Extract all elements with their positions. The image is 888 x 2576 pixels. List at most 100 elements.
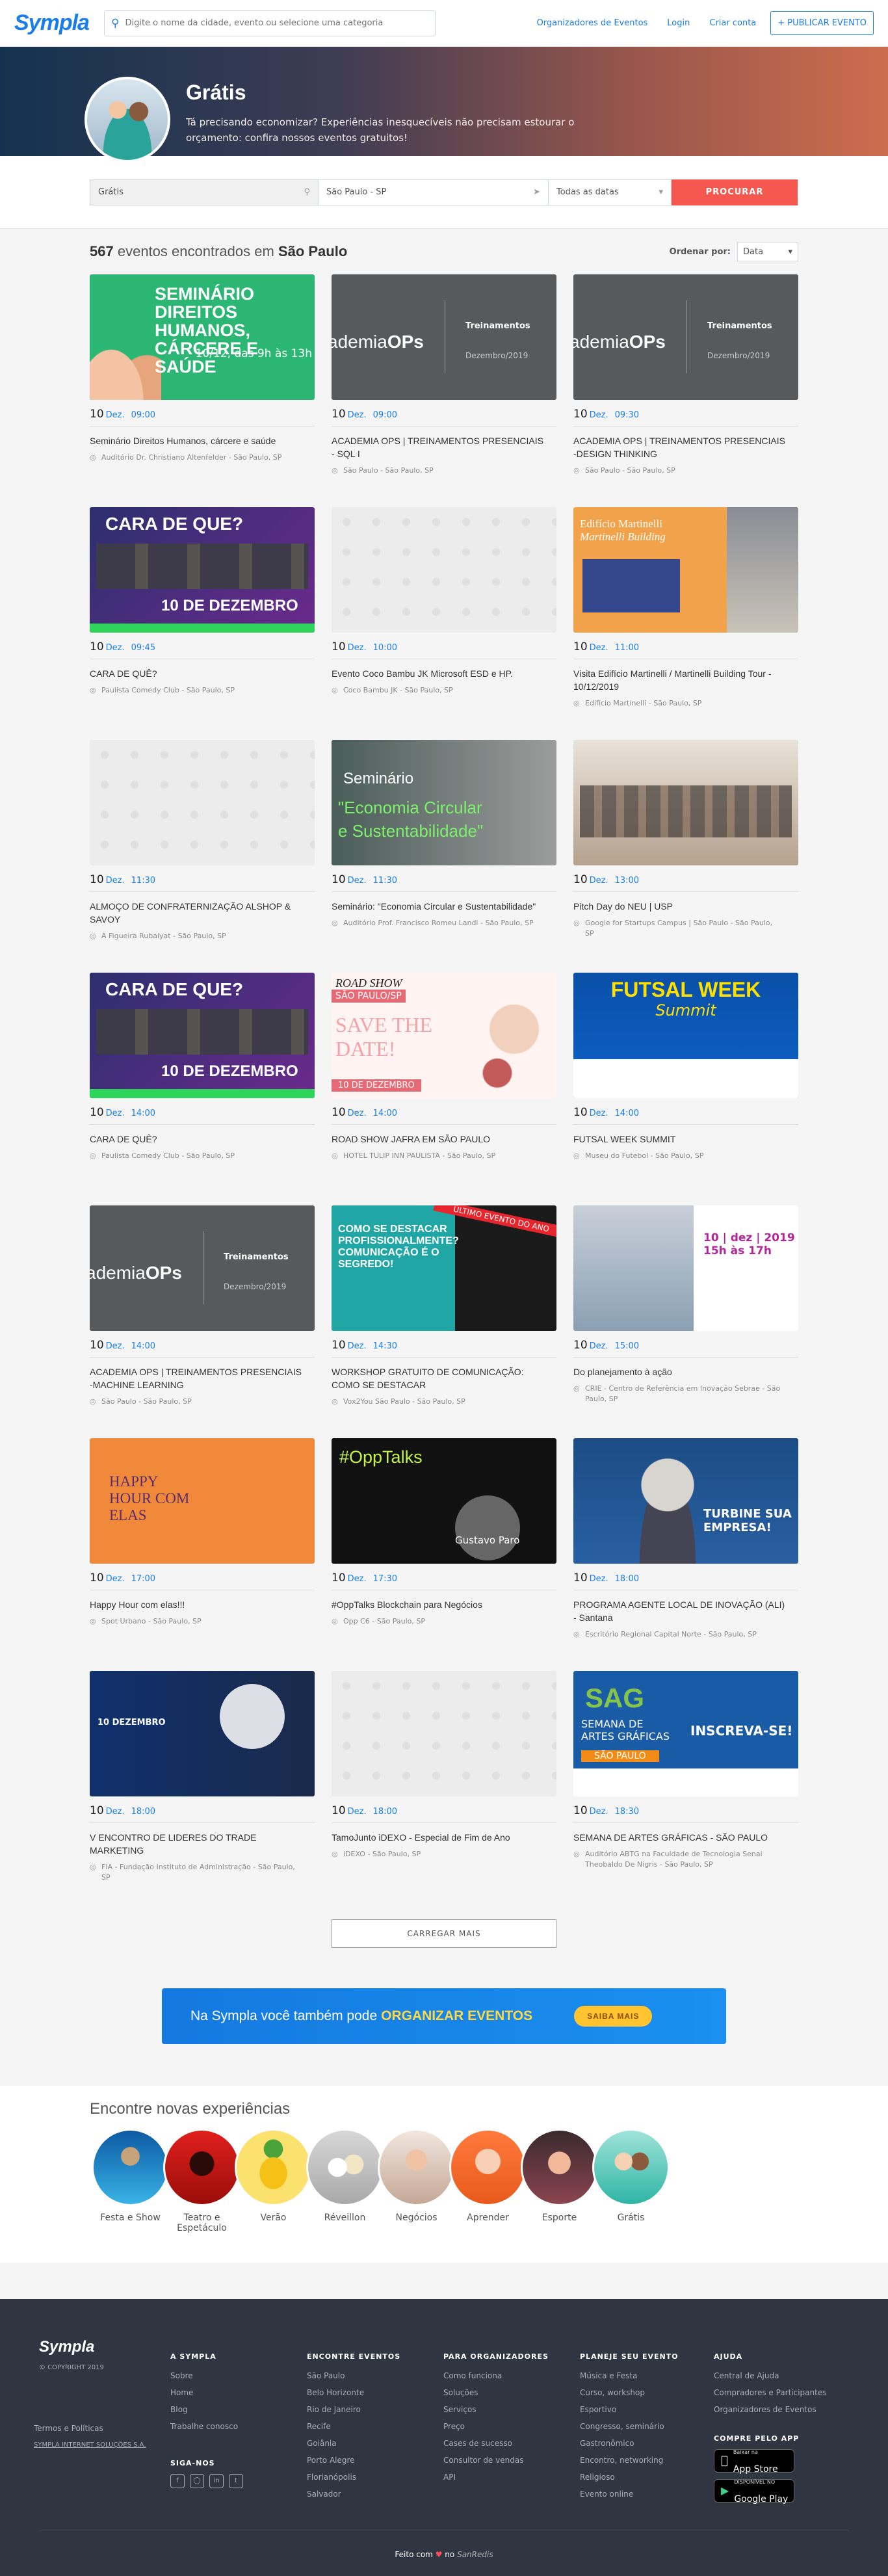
- event-title[interactable]: FUTSAL WEEK SUMMIT: [573, 1133, 788, 1146]
- category-item[interactable]: Aprender: [447, 2129, 529, 2233]
- nav-criar-conta[interactable]: Criar conta: [709, 18, 756, 28]
- search-input[interactable]: [125, 18, 428, 28]
- event-image[interactable]: ROAD SHOW SÃO PAULO/SP SAVE THE DATE! 10 DE …: [332, 973, 556, 1098]
- event-title[interactable]: Do planejamento à ação: [573, 1365, 788, 1378]
- event-card[interactable]: Edifício Martinelli Martinelli Building 1…: [573, 507, 798, 740]
- event-card[interactable]: 10Dez. 13:00 Pitch Day do NEU | USP Googl…: [573, 740, 798, 973]
- event-image[interactable]: 10 | dez | 2019 15h às 17h: [573, 1205, 798, 1331]
- linkedin-icon[interactable]: in: [209, 2474, 224, 2488]
- event-title[interactable]: Seminário Direitos Humanos, cárcere e sa…: [90, 434, 304, 447]
- footer-link[interactable]: Florianópolis: [307, 2469, 400, 2486]
- footer-link[interactable]: Sobre: [170, 2367, 238, 2384]
- event-title[interactable]: Evento Coco Bambu JK Microsoft ESD e HP.: [332, 667, 546, 680]
- footer-link[interactable]: Salvador: [307, 2486, 400, 2503]
- event-card[interactable]: SEMINÁRIO DIREITOS HUMANOS, CÁRCERE E SAÚD…: [90, 274, 315, 507]
- footer-link[interactable]: Blog: [170, 2401, 238, 2418]
- footer-link[interactable]: Home: [170, 2384, 238, 2401]
- event-image[interactable]: #OppTalks Gustavo Paro: [332, 1438, 556, 1564]
- instagram-icon[interactable]: ◯: [190, 2474, 204, 2488]
- footer-link[interactable]: Música e Festa: [580, 2367, 679, 2384]
- event-image[interactable]: FUTSAL WEEK Summit: [573, 973, 798, 1098]
- saiba-mais-button[interactable]: SAIBA MAIS: [574, 2006, 653, 2027]
- category-item[interactable]: Festa e Show: [90, 2129, 171, 2233]
- nav-login[interactable]: Login: [667, 18, 690, 28]
- event-card[interactable]: 10 Dez. 11:30 ALMOÇO DE CONFRATERNIZAÇÃO A…: [90, 740, 315, 973]
- event-card[interactable]: ademiaOPs Treinamentos Dezembro/2019 10 Dez…: [573, 274, 798, 507]
- footer-link[interactable]: Rio de Janeiro: [307, 2401, 400, 2418]
- footer-link[interactable]: Como funciona: [443, 2367, 549, 2384]
- event-image[interactable]: [573, 740, 798, 865]
- event-image[interactable]: CARA DE QUE? 10 DE DEZEMBRO: [90, 507, 315, 633]
- event-card[interactable]: ademiaOPs Treinamentos Dezembro/2019 10 Dez…: [90, 1205, 315, 1438]
- sort-select[interactable]: Data ▾: [737, 242, 798, 261]
- event-image[interactable]: [90, 740, 315, 865]
- category-item[interactable]: Esporte: [519, 2129, 600, 2233]
- footer-logo[interactable]: Sympla: [39, 2338, 94, 2356]
- twitter-icon[interactable]: t: [229, 2474, 243, 2488]
- organize-banner[interactable]: Na Sympla você também pode ORGANIZAR EVEN…: [162, 1988, 726, 2044]
- event-card[interactable]: TURBINE SUA EMPRESA! 10 Dez. 18:00 PROGRAMA…: [573, 1438, 798, 1671]
- category-image[interactable]: [92, 2129, 169, 2206]
- category-image[interactable]: [235, 2129, 312, 2206]
- event-title[interactable]: PROGRAMA AGENTE LOCAL DE INOVAÇÃO (ALI) …: [573, 1598, 788, 1624]
- category-image[interactable]: [521, 2129, 598, 2206]
- footer-link[interactable]: Curso, workshop: [580, 2384, 679, 2401]
- category-image[interactable]: [378, 2129, 455, 2206]
- event-card[interactable]: 10 Dez. 10:00 Evento Coco Bambu JK Microso…: [332, 507, 556, 740]
- footer-link[interactable]: Trabalhe conosco: [170, 2418, 238, 2435]
- event-image[interactable]: [332, 1671, 556, 1796]
- event-title[interactable]: Happy Hour com elas!!!: [90, 1598, 304, 1611]
- event-card[interactable]: 10 DEZEMBRO 10 Dez. 18:00 V ENCONTRO DE LI…: [90, 1671, 315, 1904]
- event-card[interactable]: HAPPY HOUR COM ELAS 10 Dez. 17:00 Happy Hour…: [90, 1438, 315, 1671]
- event-image[interactable]: Seminário "Economia Circular e Sustentabil…: [332, 740, 556, 865]
- google-play-button[interactable]: ▶ DISPONÍVEL NO Google Play: [714, 2479, 794, 2504]
- event-card[interactable]: SAG SEMANA DE ARTES GRÁFICAS INSCREVA-SE! SÃ…: [573, 1671, 798, 1904]
- footer-link[interactable]: Cases de sucesso: [443, 2435, 549, 2452]
- category-image[interactable]: [449, 2129, 527, 2206]
- event-image[interactable]: ademiaOPs Treinamentos Dezembro/2019: [90, 1205, 315, 1331]
- event-title[interactable]: TamoJunto iDEXO - Especial de Fim de Ano: [332, 1831, 546, 1844]
- footer-link[interactable]: Encontro, networking: [580, 2452, 679, 2469]
- event-title[interactable]: CARA DE QUÊ?: [90, 667, 304, 680]
- event-title[interactable]: SEMANA DE ARTES GRÁFICAS - SÃO PAULO: [573, 1831, 788, 1844]
- event-title[interactable]: Visita Edifício Martinelli / Martinelli …: [573, 667, 788, 693]
- category-image[interactable]: [306, 2129, 384, 2206]
- date-filter[interactable]: Todas as datas ▾: [548, 179, 672, 205]
- event-card[interactable]: #OppTalks Gustavo Paro 10 Dez. 17:30 #OppTa…: [332, 1438, 556, 1671]
- event-title[interactable]: Pitch Day do NEU | USP: [573, 900, 788, 913]
- event-image[interactable]: SAG SEMANA DE ARTES GRÁFICAS INSCREVA-SE! SÃ…: [573, 1671, 798, 1796]
- event-card[interactable]: ademiaOPs Treinamentos Dezembro/2019 10 Dez…: [332, 274, 556, 507]
- event-image[interactable]: Edifício Martinelli Martinelli Building: [573, 507, 798, 633]
- event-title[interactable]: ROAD SHOW JAFRA EM SÃO PAULO: [332, 1133, 546, 1146]
- footer-link[interactable]: Gastronômico: [580, 2435, 679, 2452]
- footer-link[interactable]: São Paulo: [307, 2367, 400, 2384]
- event-card[interactable]: 10 | dez | 2019 15h às 17h 10 Dez. 15:00 Do…: [573, 1205, 798, 1438]
- footer-link[interactable]: Porto Alegre: [307, 2452, 400, 2469]
- footer-link[interactable]: Evento online: [580, 2486, 679, 2503]
- category-item[interactable]: Negócios: [376, 2129, 457, 2233]
- event-title[interactable]: ALMOÇO DE CONFRATERNIZAÇÃO ALSHOP & SAVO…: [90, 900, 304, 926]
- category-item[interactable]: Réveillon: [304, 2129, 385, 2233]
- footer-link[interactable]: Goiânia: [307, 2435, 400, 2452]
- category-item[interactable]: Teatro e Espetáculo: [161, 2129, 242, 2233]
- event-card[interactable]: ROAD SHOW SÃO PAULO/SP SAVE THE DATE! 10 DE …: [332, 973, 556, 1205]
- category-filter[interactable]: Grátis ⚲: [90, 179, 319, 205]
- sympla-logo[interactable]: Sympla: [14, 10, 104, 36]
- category-image[interactable]: [163, 2129, 241, 2206]
- category-item[interactable]: Verão: [233, 2129, 314, 2233]
- event-title[interactable]: ACADEMIA OPS | TREINAMENTOS PRESENCIAIS …: [332, 434, 546, 460]
- search-box[interactable]: ⚲: [104, 10, 436, 36]
- publish-event-button[interactable]: + PUBLICAR EVENTO: [770, 11, 874, 35]
- event-image[interactable]: COMO SE DESTACAR PROFISSIONALMENTE? COMUNI…: [332, 1205, 556, 1331]
- category-image[interactable]: [592, 2129, 670, 2206]
- event-card[interactable]: CARA DE QUE? 10 DE DEZEMBRO 10 Dez. 09:45 C…: [90, 507, 315, 740]
- app-store-button[interactable]: Baixar na App Store: [714, 2449, 794, 2475]
- load-more-button[interactable]: CARREGAR MAIS: [332, 1919, 556, 1948]
- event-image[interactable]: HAPPY HOUR COM ELAS: [90, 1438, 315, 1564]
- event-image[interactable]: ademiaOPs Treinamentos Dezembro/2019: [573, 274, 798, 400]
- facebook-icon[interactable]: f: [170, 2474, 185, 2488]
- category-item[interactable]: Grátis: [590, 2129, 672, 2233]
- footer-link[interactable]: API: [443, 2469, 549, 2486]
- event-card[interactable]: COMO SE DESTACAR PROFISSIONALMENTE? COMUNI…: [332, 1205, 556, 1438]
- event-image[interactable]: SEMINÁRIO DIREITOS HUMANOS, CÁRCERE E SAÚD…: [90, 274, 315, 400]
